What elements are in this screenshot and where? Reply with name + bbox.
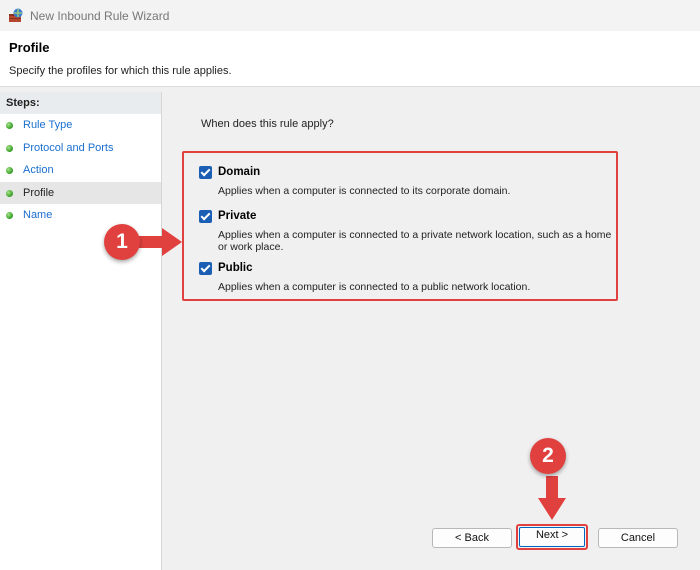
step-protocol-and-ports[interactable]: Protocol and Ports [0, 137, 161, 160]
domain-description: Applies when a computer is connected to … [218, 185, 511, 197]
next-button[interactable]: Next > [519, 527, 585, 547]
page-subtitle: Specify the profiles for which this rule… [9, 65, 232, 77]
back-button[interactable]: < Back [432, 528, 512, 548]
green-dot-icon [6, 212, 13, 219]
step-label: Protocol and Ports [23, 141, 114, 154]
callout-badge-1: 1 [104, 224, 140, 260]
wizard-header: Profile Specify the profiles for which t… [0, 31, 700, 87]
public-label[interactable]: Public [218, 262, 253, 274]
option-domain: Domain Applies when a computer is connec… [199, 164, 619, 197]
step-label: Action [23, 164, 54, 176]
cancel-button[interactable]: Cancel [598, 528, 678, 548]
page-title: Profile [9, 40, 50, 55]
next-button-highlight: Next > [516, 524, 588, 550]
public-checkbox[interactable] [199, 261, 212, 275]
green-dot-icon [6, 189, 13, 197]
option-public: Public Applies when a computer is connec… [199, 260, 619, 293]
step-action[interactable]: Action [0, 159, 161, 182]
firewall-rule-icon [8, 8, 24, 24]
public-description: Applies when a computer is connected to … [218, 281, 531, 293]
step-rule-type[interactable]: Rule Type [0, 114, 161, 137]
domain-label[interactable]: Domain [218, 166, 260, 178]
step-label: Name [23, 209, 53, 221]
private-description: Applies when a computer is connected to … [218, 229, 612, 253]
steps-sidebar: Steps: Rule Type Protocol and Ports Acti… [0, 92, 162, 570]
step-label: Rule Type [23, 119, 73, 131]
callout-badge-2: 2 [530, 438, 566, 474]
private-label[interactable]: Private [218, 210, 256, 222]
window-title: New Inbound Rule Wizard [30, 8, 170, 23]
private-checkbox[interactable] [199, 209, 212, 223]
step-name[interactable]: Name [0, 204, 161, 227]
option-private: Private Applies when a computer is conne… [199, 208, 619, 253]
green-dot-icon [6, 167, 13, 174]
green-dot-icon [6, 144, 13, 152]
green-dot-icon [6, 122, 13, 129]
steps-label: Steps: [0, 92, 161, 114]
question-label: When does this rule apply? [201, 118, 334, 130]
step-label: Profile [23, 186, 55, 199]
main-panel: When does this rule apply? Domain Applie… [166, 92, 700, 570]
domain-checkbox[interactable] [199, 165, 212, 179]
title-bar: New Inbound Rule Wizard [0, 0, 700, 31]
step-profile[interactable]: Profile [0, 181, 161, 204]
